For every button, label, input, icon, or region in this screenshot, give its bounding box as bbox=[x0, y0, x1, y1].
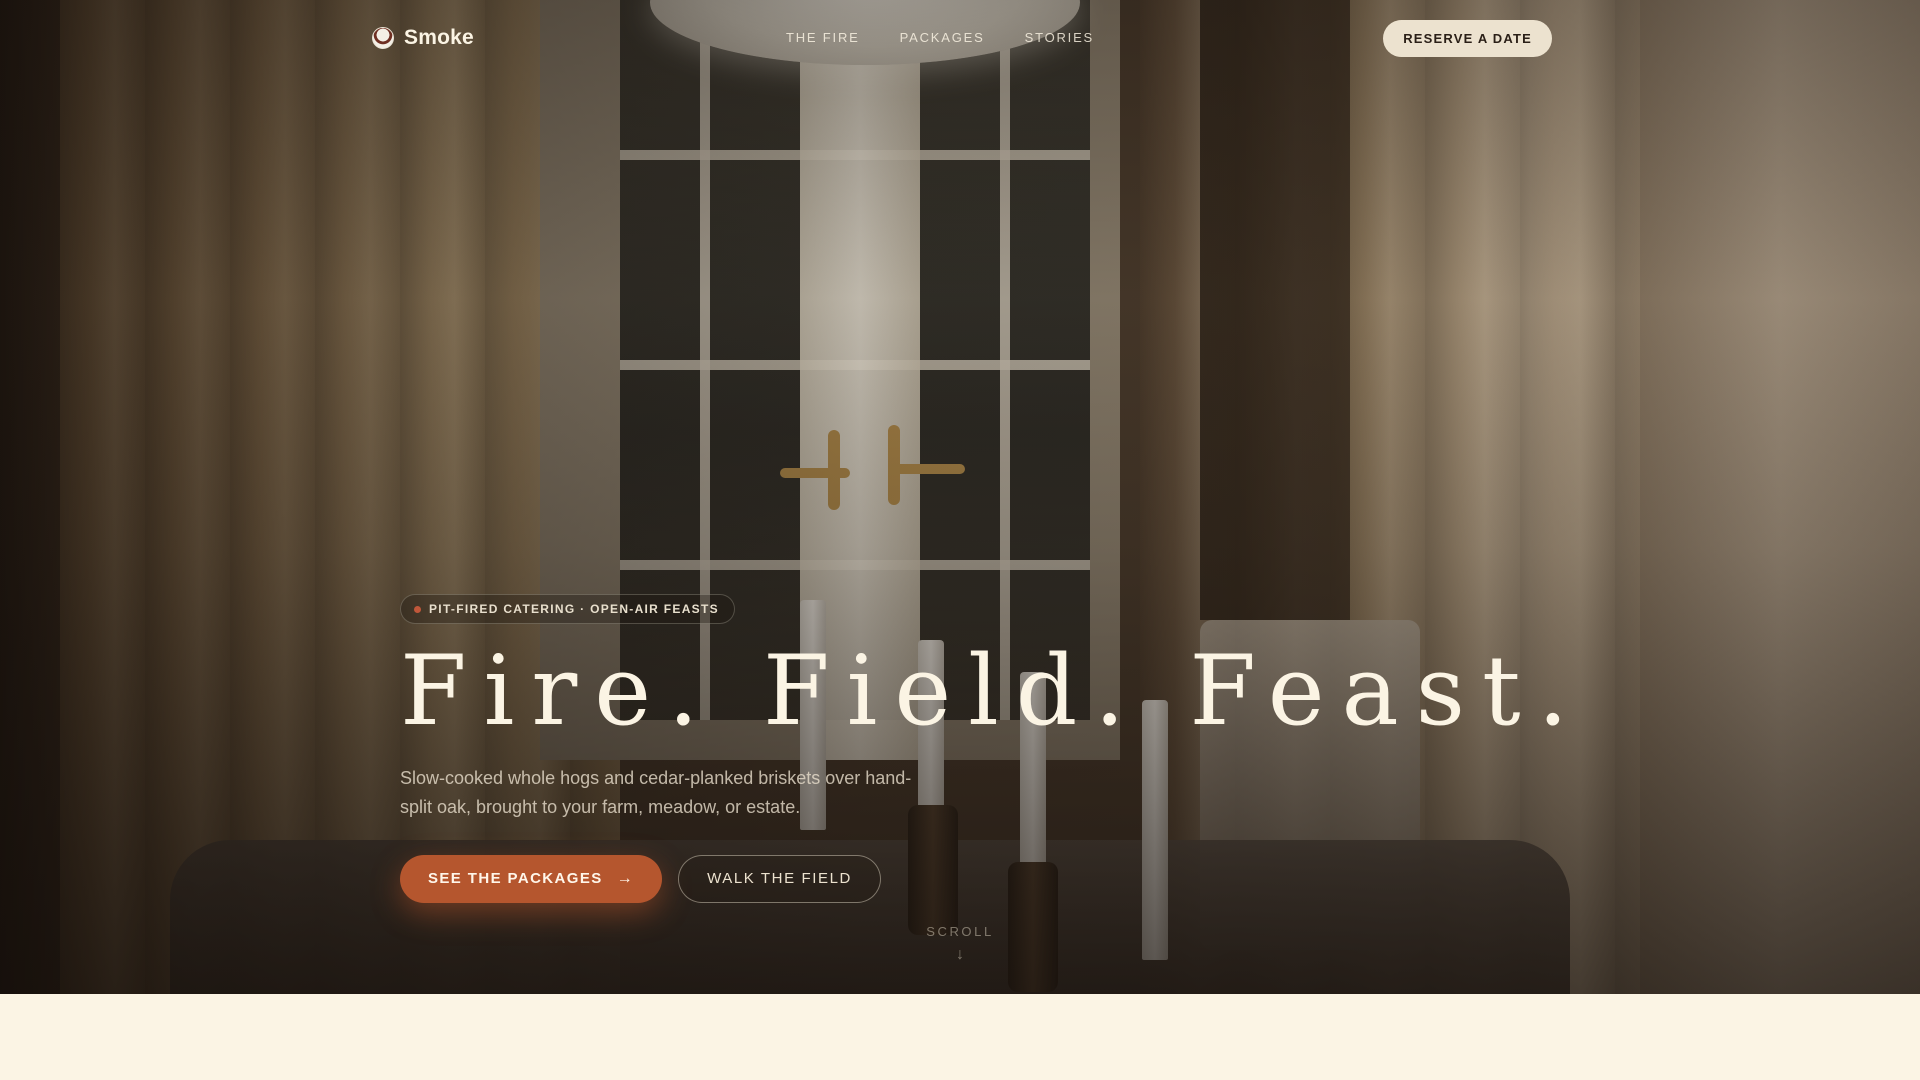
scroll-label: SCROLL bbox=[926, 924, 994, 939]
next-section bbox=[0, 994, 1920, 1080]
brand-name: Smoke bbox=[404, 26, 474, 49]
see-packages-button[interactable]: SEE THE PACKAGES → bbox=[400, 854, 663, 903]
nav-link-packages[interactable]: PACKAGES bbox=[900, 30, 985, 45]
cta-row: SEE THE PACKAGES → WALK THE FIELD bbox=[400, 854, 1500, 903]
nav-link-the-fire[interactable]: THE FIRE bbox=[786, 30, 860, 45]
hero-headline: Fire. Field. Feast. bbox=[400, 635, 1586, 747]
nav-links: THE FIRE PACKAGES STORIES bbox=[786, 30, 1094, 45]
arrow-down-icon: ↓ bbox=[956, 946, 964, 963]
status-dot-icon bbox=[414, 605, 421, 613]
walk-the-field-button[interactable]: WALK THE FIELD bbox=[678, 854, 881, 903]
see-packages-label: SEE THE PACKAGES bbox=[428, 870, 603, 888]
smoke-logo-icon bbox=[372, 27, 394, 49]
arrow-right-icon: → bbox=[616, 869, 635, 887]
reserve-date-button[interactable]: RESERVE A DATE bbox=[1383, 19, 1552, 57]
brand-logo[interactable]: Smoke bbox=[372, 26, 474, 50]
eyebrow-badge: PIT-FIRED CATERING · OPEN-AIR FEASTS bbox=[400, 594, 735, 624]
eyebrow-label: PIT-FIRED CATERING · OPEN-AIR FEASTS bbox=[429, 602, 719, 616]
scroll-indicator[interactable]: SCROLL ↓ bbox=[926, 924, 994, 965]
hero-section: Smoke THE FIRE PACKAGES STORIES RESERVE … bbox=[0, 0, 1920, 994]
hero-content: PIT-FIRED CATERING · OPEN-AIR FEASTS Fir… bbox=[400, 594, 1586, 903]
top-navigation: Smoke THE FIRE PACKAGES STORIES RESERVE … bbox=[372, 19, 1552, 57]
hero-subcopy: Slow-cooked whole hogs and cedar-planked… bbox=[400, 767, 912, 817]
nav-link-stories[interactable]: STORIES bbox=[1025, 30, 1094, 45]
